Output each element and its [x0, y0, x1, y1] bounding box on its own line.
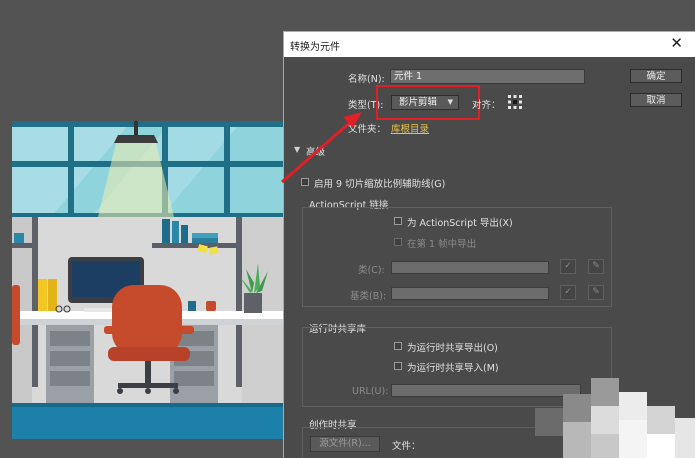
export-first-frame-label: 在第 1 帧中导出: [407, 239, 477, 250]
class-label: 类(C):: [358, 265, 385, 276]
class-input[interactable]: [391, 261, 549, 274]
nine-slice-label: 启用 9 切片缩放比例辅助线(G): [314, 179, 446, 190]
pencil-icon[interactable]: ✎: [588, 259, 604, 274]
export-actionscript-label: 为 ActionScript 导出(X): [407, 218, 513, 229]
export-actionscript-checkbox[interactable]: [394, 217, 402, 225]
dialog-titlebar[interactable]: 转换为元件 ✕: [284, 32, 695, 57]
cancel-button[interactable]: 取消: [630, 93, 682, 107]
dialog-title: 转换为元件: [290, 42, 340, 53]
advanced-toggle[interactable]: 高级: [306, 144, 325, 158]
runtime-export-label: 为运行时共享导出(O): [407, 343, 498, 354]
nine-slice-checkbox[interactable]: [301, 178, 309, 186]
file-label: 文件：: [392, 441, 421, 452]
runtime-export-checkbox[interactable]: [394, 342, 402, 350]
check-icon[interactable]: ✓: [560, 259, 576, 274]
expand-triangle-icon[interactable]: ▼: [294, 145, 300, 154]
runtime-import-checkbox[interactable]: [394, 362, 402, 370]
ok-button[interactable]: 确定: [630, 69, 682, 83]
base-class-input[interactable]: [391, 287, 549, 300]
check-icon[interactable]: ✓: [560, 285, 576, 300]
base-class-label: 基类(B):: [350, 291, 387, 302]
name-label: 名称(N):: [348, 74, 385, 85]
url-label: URL(U):: [352, 386, 389, 397]
runtime-import-label: 为运行时共享导入(M): [407, 363, 499, 374]
registration-grid-icon[interactable]: [507, 94, 523, 110]
highlight-annotation: [376, 85, 480, 120]
folder-label: 文件夹：: [348, 124, 387, 135]
source-file-button[interactable]: 源文件(R)...: [310, 436, 380, 452]
pixelated-watermark: [535, 378, 695, 458]
close-icon[interactable]: ✕: [670, 35, 683, 51]
align-label: 对齐：: [472, 100, 501, 111]
folder-link[interactable]: 库根目录: [391, 121, 429, 135]
pencil-icon[interactable]: ✎: [588, 285, 604, 300]
export-first-frame-checkbox[interactable]: [394, 238, 402, 246]
symbol-name-input[interactable]: 元件 1: [390, 69, 585, 84]
office-illustration: [12, 121, 290, 439]
stage-artwork[interactable]: [12, 121, 290, 439]
